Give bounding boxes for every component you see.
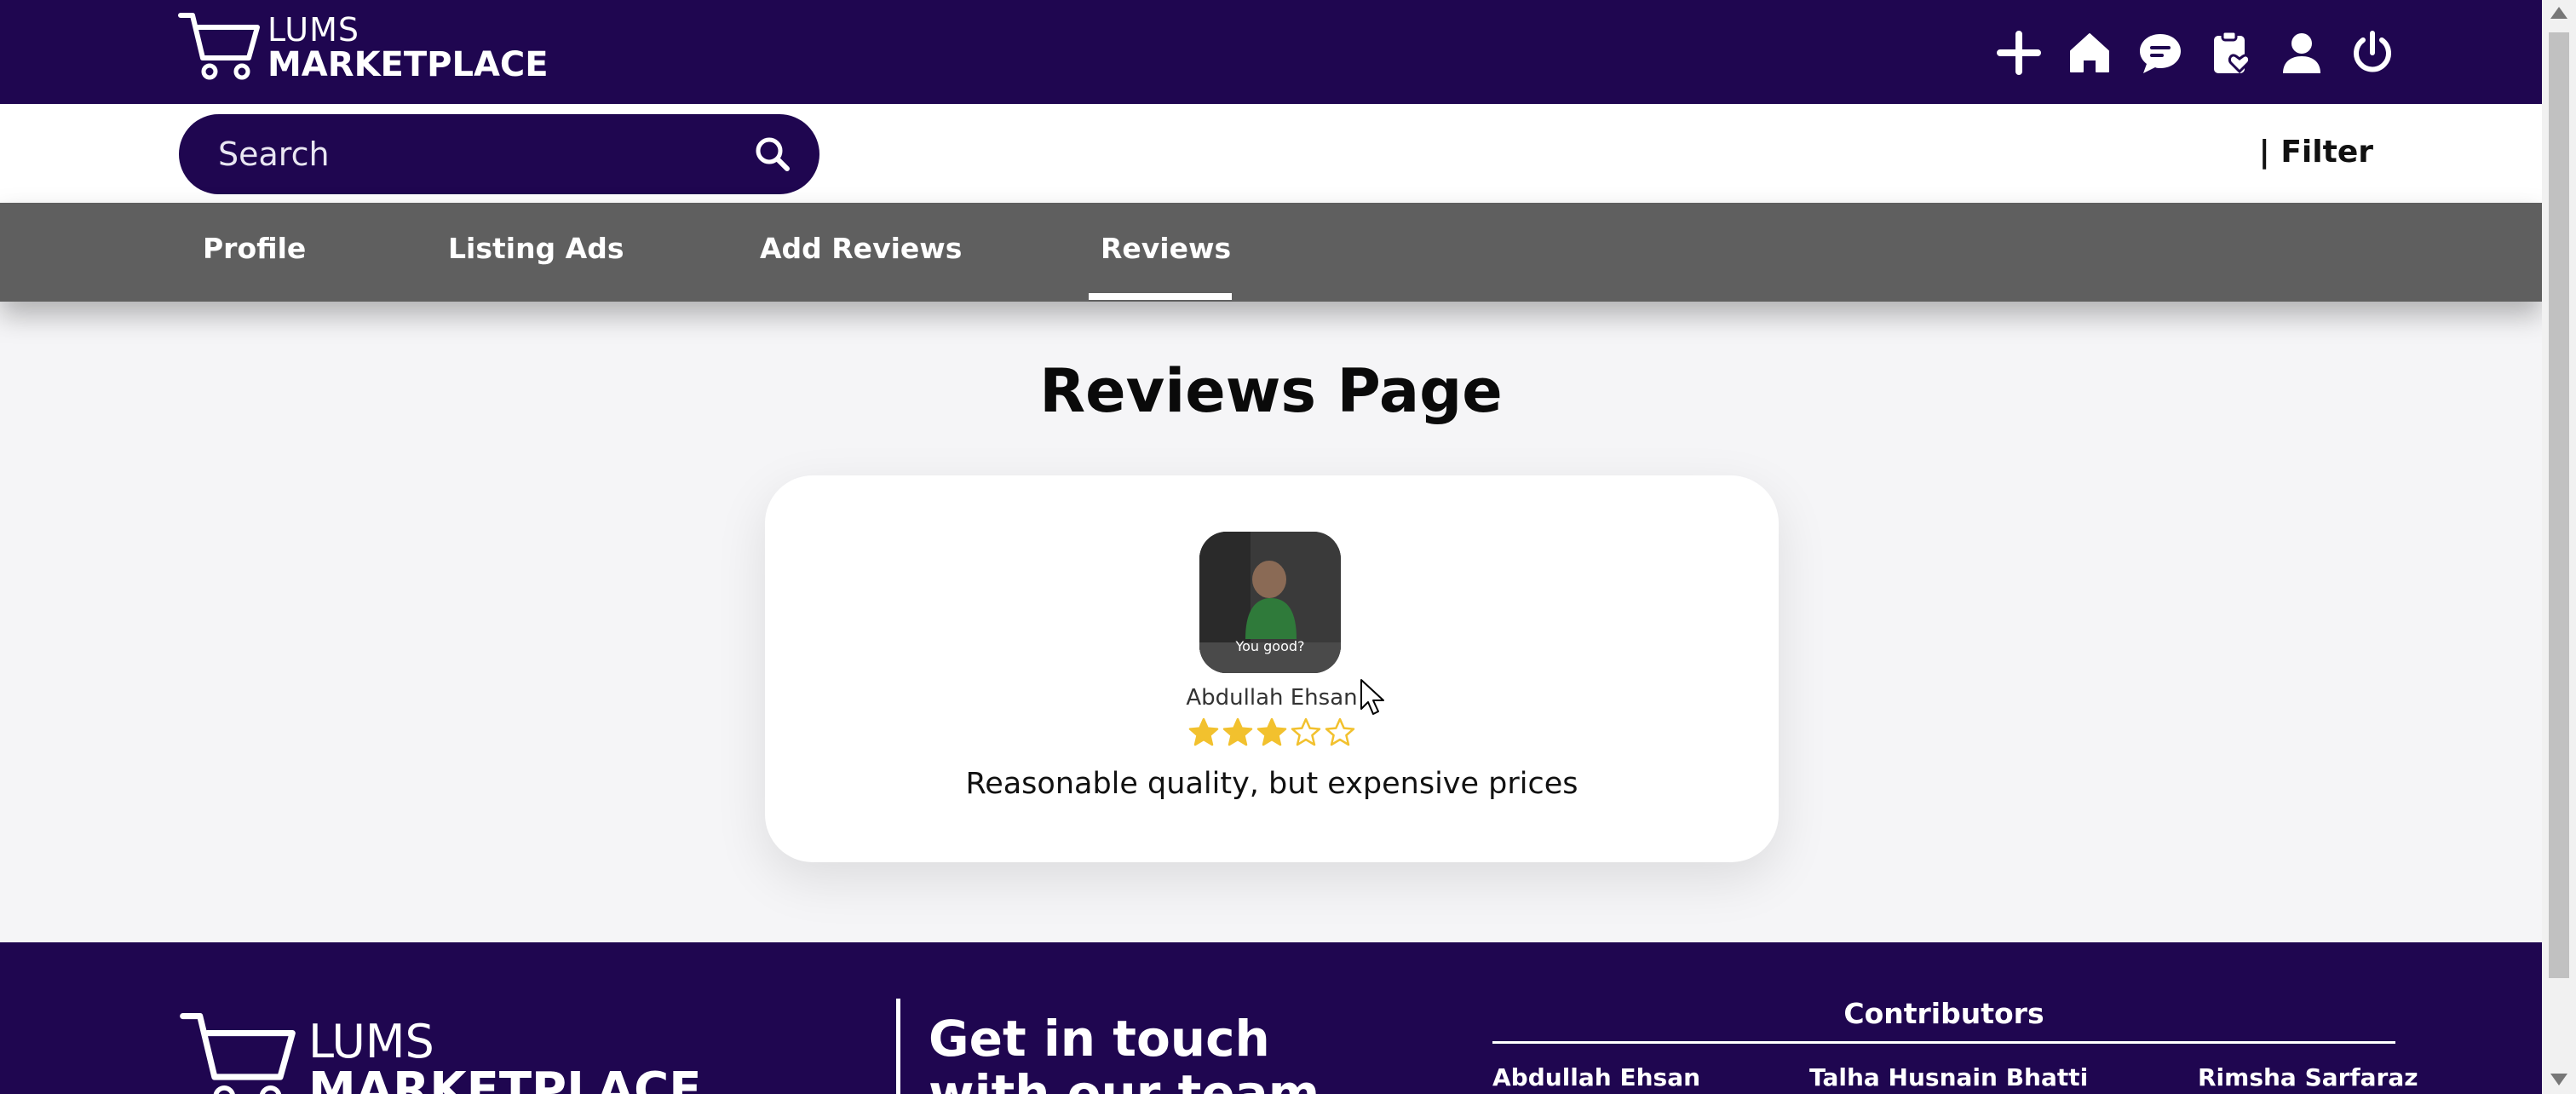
footer-logo-text-bottom: MARKETPLACE <box>308 1062 702 1094</box>
footer: LUMS MARKETPLACE Get in touch with our t… <box>0 942 2542 1094</box>
tab-add-reviews[interactable]: Add Reviews <box>760 232 962 265</box>
get-in-touch-line2: with our team <box>929 1063 1320 1094</box>
star-rating <box>765 717 1779 748</box>
logout-button[interactable] <box>2337 26 2407 80</box>
star-filled-icon <box>1188 717 1219 746</box>
avatar: You good? <box>1199 532 1341 673</box>
home-icon <box>2069 33 2109 72</box>
cart-icon <box>180 1013 296 1094</box>
top-navbar: LUMS MARKETPLACE <box>0 0 2542 104</box>
contributors-title: Contributors <box>1843 997 2044 1030</box>
star-empty-icon <box>1325 717 1355 746</box>
get-in-touch-line1: Get in touch <box>929 1010 1270 1068</box>
profile-button[interactable] <box>2266 26 2337 80</box>
tab-listing-ads[interactable]: Listing Ads <box>448 232 624 265</box>
wishlist-button[interactable] <box>2195 26 2266 80</box>
scroll-down-arrow-icon[interactable] <box>2550 1074 2567 1085</box>
search-input[interactable] <box>218 130 695 179</box>
search-box <box>179 114 819 194</box>
scrollbar[interactable] <box>2542 0 2576 1094</box>
get-in-touch-heading: Get in touch with our team <box>929 1010 1371 1094</box>
clipboard-heart-icon <box>2213 30 2251 74</box>
contributor-name: Talha Husnain Bhatti <box>1809 1063 2089 1091</box>
scrollbar-thumb[interactable] <box>2549 32 2569 978</box>
logo[interactable]: LUMS MARKETPLACE <box>177 10 549 82</box>
filter-button[interactable]: | Filter <box>2259 135 2373 170</box>
power-icon <box>2353 31 2391 72</box>
page-title: Reviews Page <box>1039 356 1503 426</box>
footer-divider <box>896 999 900 1094</box>
star-filled-icon <box>1256 717 1287 746</box>
star-empty-icon <box>1291 717 1321 746</box>
chat-icon <box>2139 34 2181 73</box>
avatar-caption: You good? <box>1235 638 1305 654</box>
contributor-name: Abdullah Ehsan <box>1492 1063 1701 1091</box>
plus-icon <box>1996 31 2041 75</box>
profile-tabs: Profile Listing Ads Add Reviews Reviews <box>0 203 2542 302</box>
mouse-cursor-icon <box>1360 679 1384 715</box>
logo-text-top: LUMS <box>267 11 359 49</box>
review-card: You good? Abdullah Ehsan Reasonable qual… <box>765 475 1779 862</box>
footer-logo[interactable]: LUMS MARKETPLACE <box>177 1009 701 1094</box>
star-filled-icon <box>1222 717 1253 746</box>
search-icon[interactable] <box>750 131 796 177</box>
user-icon <box>2282 33 2320 73</box>
contributor-name: Rimsha Sarfaraz <box>2198 1063 2418 1091</box>
footer-logo-text-top: LUMS <box>308 1015 434 1068</box>
add-listing-button[interactable] <box>1983 26 2054 80</box>
active-tab-indicator <box>1089 293 1232 300</box>
contributors-divider <box>1492 1041 2395 1044</box>
reviewer-name: Abdullah Ehsan <box>1186 685 1358 711</box>
cart-icon <box>178 13 260 80</box>
tab-reviews[interactable]: Reviews <box>1101 232 1231 265</box>
messages-button[interactable] <box>2125 26 2195 80</box>
tab-profile[interactable]: Profile <box>203 232 306 265</box>
search-bar-row: | Filter <box>0 104 2542 203</box>
home-button[interactable] <box>2054 26 2125 80</box>
review-text: Reasonable quality, but expensive prices <box>965 767 1578 801</box>
scroll-up-arrow-icon[interactable] <box>2550 7 2567 19</box>
logo-text-bottom: MARKETPLACE <box>267 45 549 84</box>
